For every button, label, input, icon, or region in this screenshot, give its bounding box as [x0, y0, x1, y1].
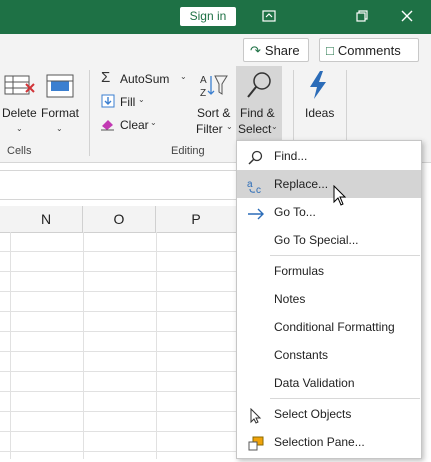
sort-filter-dropdown-icon[interactable]: ⌄	[226, 122, 233, 131]
column-header-n[interactable]: N	[10, 206, 83, 233]
grid-line	[0, 311, 236, 312]
eraser-icon	[100, 117, 116, 131]
cells-group-label: Cells	[7, 145, 32, 157]
find-select-dropdown-icon: ⌄	[271, 122, 278, 131]
autosum-icon: Σ	[101, 69, 111, 86]
grid-line	[0, 331, 236, 332]
clear-button[interactable]: Clear	[120, 118, 149, 132]
grid-line	[0, 411, 236, 412]
svg-text:A: A	[200, 75, 207, 86]
menu-separator	[270, 255, 420, 256]
menu-item-notes[interactable]: Notes	[237, 285, 421, 313]
grid-line	[0, 291, 236, 292]
mouse-cursor-icon	[333, 184, 347, 207]
close-window-icon[interactable]	[400, 9, 414, 23]
menu-item-formulas[interactable]: Formulas	[237, 257, 421, 285]
replace-icon: ac	[247, 176, 265, 196]
grid-line	[156, 232, 157, 459]
fill-dropdown-icon[interactable]: ⌄	[138, 95, 145, 104]
menu-item-replace[interactable]: ac Replace...	[237, 170, 421, 198]
grid-line	[0, 351, 236, 352]
menu-item-goto-special[interactable]: Go To Special...	[237, 226, 421, 254]
share-icon: ↷	[250, 43, 261, 58]
menu-item-find[interactable]: Find...	[237, 142, 421, 170]
grid-line	[0, 371, 236, 372]
magnifier-icon	[245, 70, 273, 100]
fill-icon	[101, 94, 115, 108]
format-button[interactable]: Format	[41, 106, 79, 120]
search-icon	[247, 148, 265, 165]
format-dropdown-icon[interactable]: ⌄	[56, 124, 63, 133]
grid-line	[0, 391, 236, 392]
ribbon-display-options-icon[interactable]	[262, 9, 276, 23]
grid-line	[0, 251, 236, 252]
svg-text:Z: Z	[200, 88, 206, 99]
grid-line	[0, 451, 236, 452]
format-cells-icon	[44, 72, 76, 100]
formula-bar[interactable]	[0, 170, 236, 200]
menu-item-select-objects[interactable]: Select Objects	[237, 400, 421, 428]
selection-pane-icon	[247, 434, 265, 451]
menu-item-selection-pane[interactable]: Selection Pane...	[237, 428, 421, 456]
sort-filter-icon: AZ	[198, 72, 228, 100]
comments-icon: □	[326, 43, 334, 58]
svg-text:c: c	[256, 185, 261, 194]
editing-group-label: Editing	[171, 145, 205, 157]
arrow-right-icon	[247, 204, 265, 220]
sign-in-button[interactable]: Sign in	[180, 7, 236, 26]
find-select-label-2: Select	[238, 122, 272, 136]
lightning-icon	[306, 70, 330, 100]
sort-filter-button[interactable]: Filter	[196, 122, 223, 136]
share-button[interactable]: ↷ Share	[243, 38, 309, 62]
comments-button[interactable]: □ Comments	[319, 38, 419, 62]
menu-item-goto[interactable]: Go To...	[237, 198, 421, 226]
restore-window-icon[interactable]	[355, 9, 369, 23]
delete-button[interactable]: Delete	[2, 106, 37, 120]
svg-text:a: a	[247, 179, 253, 190]
grid-line	[0, 431, 236, 432]
ideas-button[interactable]: Ideas	[305, 106, 334, 120]
delete-cells-icon	[4, 72, 36, 100]
menu-item-constants[interactable]: Constants	[237, 341, 421, 369]
pointer-icon	[247, 406, 265, 424]
grid-line	[10, 232, 11, 459]
sort-filter-label-1[interactable]: Sort &	[197, 106, 230, 120]
menu-item-data-validation[interactable]: Data Validation	[237, 369, 421, 397]
ribbon-separator	[89, 70, 90, 156]
fill-button[interactable]: Fill	[120, 95, 135, 109]
grid-line	[0, 271, 236, 272]
find-select-label-1: Find &	[240, 106, 275, 120]
column-header-o[interactable]: O	[83, 206, 156, 233]
grid-line	[83, 232, 84, 459]
column-header-p[interactable]: P	[156, 206, 237, 233]
menu-separator	[270, 398, 420, 399]
clear-dropdown-icon[interactable]: ⌄	[150, 118, 157, 127]
autosum-dropdown-icon[interactable]: ⌄	[180, 72, 187, 81]
menu-item-conditional-formatting[interactable]: Conditional Formatting	[237, 313, 421, 341]
delete-dropdown-icon[interactable]: ⌄	[16, 124, 23, 133]
autosum-button[interactable]: AutoSum	[120, 72, 169, 86]
